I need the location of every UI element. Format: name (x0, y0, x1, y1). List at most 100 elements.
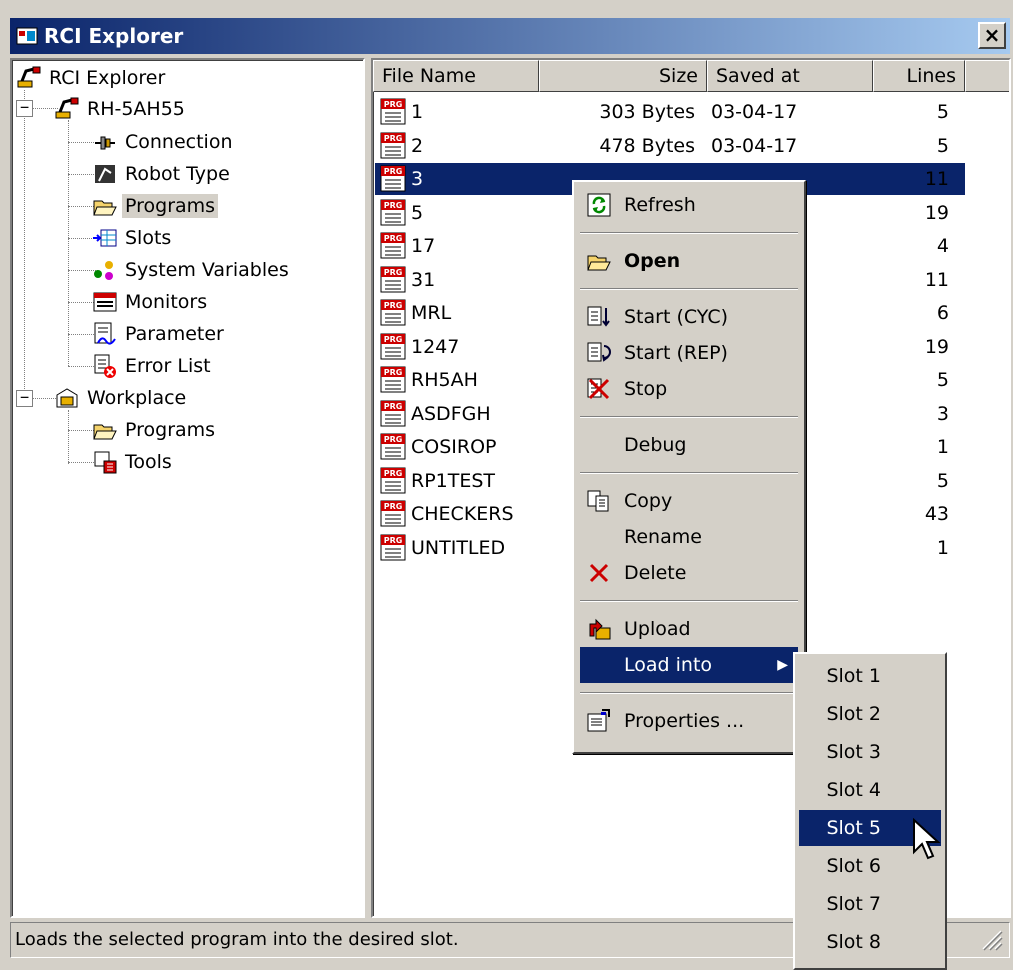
tree-item-robot[interactable]: RH-5AH55 (54, 93, 188, 125)
svg-text:PRG: PRG (384, 435, 403, 444)
menu-item-load-into[interactable]: Load into ▶ (580, 647, 798, 683)
menu-item-refresh[interactable]: Refresh (580, 187, 798, 223)
program-file-icon: PRG (379, 399, 409, 429)
svg-text:PRG: PRG (384, 268, 403, 277)
tree-item-workplace-tools[interactable]: Tools (92, 446, 175, 478)
file-name-cell: PRG UNTITLED (379, 532, 509, 564)
file-name-text: 17 (411, 235, 436, 257)
robot-icon (54, 96, 80, 122)
menu-item-open[interactable]: Open (580, 243, 798, 279)
table-row[interactable]: PRG 1 303 Bytes 03-04-17 5 (375, 96, 965, 128)
submenu-arrow-icon: ▶ (777, 657, 788, 673)
column-header-size[interactable]: Size (539, 60, 707, 92)
menu-item-properties[interactable]: Properties ... (580, 703, 798, 739)
folder-open-icon (587, 255, 611, 271)
tree-item-error-list[interactable]: Error List (92, 350, 214, 382)
tree-item-workplace[interactable]: Workplace (54, 382, 189, 414)
lines-cell: 1 (936, 436, 949, 458)
svg-text:PRG: PRG (384, 134, 403, 143)
status-text: Loads the selected program into the desi… (15, 929, 459, 950)
lines-cell: 5 (936, 101, 949, 123)
robot-type-icon (92, 161, 118, 187)
load-into-submenu: Slot 1 Slot 2 Slot 3 Slot 4 Slot 5 Slot 6 Slot… (793, 652, 947, 970)
program-file-icon: PRG (379, 533, 409, 563)
menu-item-start-cyc[interactable]: Start (CYC) (580, 299, 798, 335)
expand-workplace-button[interactable]: − (16, 390, 33, 407)
lines-cell: 11 (924, 268, 949, 291)
submenu-item-slot-8[interactable]: Slot 8 (799, 924, 941, 960)
menu-item-upload[interactable]: Upload (580, 611, 798, 647)
lines-cell: 1 (936, 536, 949, 559)
start-cyc-icon (587, 306, 610, 327)
parameter-icon (92, 321, 118, 347)
lines-cell: 5 (936, 134, 949, 157)
column-header-lines[interactable]: Lines (873, 60, 965, 92)
tree-item-parameter[interactable]: Parameter (92, 318, 227, 350)
tree-item-label: Error List (125, 355, 211, 377)
lines-cell: 19 (924, 201, 949, 224)
tree-item-label: Robot Type (125, 163, 230, 185)
delete-icon (589, 563, 609, 583)
column-header-saved-at[interactable]: Saved at (707, 60, 873, 92)
menu-item-copy[interactable]: Copy (580, 483, 798, 519)
lines-cell: 5 (936, 369, 949, 391)
lines-cell: 19 (924, 335, 949, 358)
tree-item-label: Parameter (125, 323, 224, 345)
svg-text:PRG: PRG (384, 502, 403, 511)
tree-view[interactable]: RCI Explorer − RH-5AH55 Connection Robot Typ… (10, 58, 365, 918)
menu-item-debug[interactable]: Debug (580, 427, 798, 463)
program-file-icon: PRG (379, 231, 409, 261)
connection-icon (92, 129, 118, 155)
tree-item-rci-explorer[interactable]: RCI Explorer (16, 62, 168, 94)
submenu-item-slot-7[interactable]: Slot 7 (799, 886, 941, 922)
tree-item-programs[interactable]: Programs (92, 190, 219, 222)
mouse-cursor-icon (913, 818, 941, 860)
robot-icon (16, 65, 42, 91)
tree-item-connection[interactable]: Connection (92, 126, 236, 158)
start-rep-icon (587, 342, 611, 362)
file-name-text: 2 (411, 134, 424, 157)
rci-explorer-window: RCI Explorer × RCI Explorer − RH-5AH55 Conn… (0, 0, 1013, 970)
tree-item-label: Programs (122, 194, 219, 218)
menu-item-start-rep[interactable]: Start (REP) (580, 335, 798, 371)
folder-open-icon (92, 417, 118, 443)
submenu-item-slot-4[interactable]: Slot 4 (799, 772, 941, 808)
monitors-icon (92, 289, 118, 315)
lines-cell: 4 (936, 235, 949, 257)
tree-item-system-variables[interactable]: System Variables (92, 254, 292, 286)
tree-item-label: Connection (125, 131, 233, 153)
program-file-icon: PRG (379, 164, 409, 194)
lines-cell: 5 (936, 469, 949, 492)
file-name-cell: PRG 2 (379, 130, 427, 162)
app-icon (16, 27, 38, 45)
lines-cell: 11 (924, 168, 949, 190)
tree-item-label: Workplace (87, 387, 187, 409)
tree-item-label: Tools (125, 451, 172, 473)
file-name-text: 5 (411, 201, 424, 224)
resize-grip-icon[interactable] (977, 925, 1003, 951)
tree-item-slots[interactable]: Slots (92, 222, 174, 254)
table-row[interactable]: PRG 2 478 Bytes 03-04-17 5 (375, 130, 965, 162)
column-header-file-name[interactable]: File Name (373, 60, 539, 92)
program-file-icon: PRG (379, 97, 409, 127)
submenu-item-slot-2[interactable]: Slot 2 (799, 696, 941, 732)
svg-text:PRG: PRG (384, 469, 403, 478)
menu-item-delete[interactable]: Delete (580, 555, 798, 591)
close-button[interactable]: × (978, 22, 1006, 49)
lines-cell: 3 (936, 402, 949, 425)
lines-cell: 43 (924, 503, 949, 525)
saved-at-cell: 03-04-17 (711, 101, 798, 123)
menu-item-rename[interactable]: Rename (580, 519, 798, 555)
menu-item-stop[interactable]: Stop (580, 371, 798, 407)
title-bar[interactable]: RCI Explorer × (10, 18, 1010, 54)
expand-robot-button[interactable]: − (16, 100, 33, 117)
tools-icon (92, 449, 118, 475)
file-name-text: 1 (411, 101, 424, 123)
tree-item-robot-type[interactable]: Robot Type (92, 158, 233, 190)
submenu-item-slot-1[interactable]: Slot 1 (799, 658, 941, 694)
submenu-item-slot-3[interactable]: Slot 3 (799, 734, 941, 770)
file-name-cell: PRG COSIROP (379, 431, 501, 463)
tree-item-monitors[interactable]: Monitors (92, 286, 210, 318)
program-file-icon: PRG (379, 499, 409, 529)
tree-item-workplace-programs[interactable]: Programs (92, 414, 218, 446)
